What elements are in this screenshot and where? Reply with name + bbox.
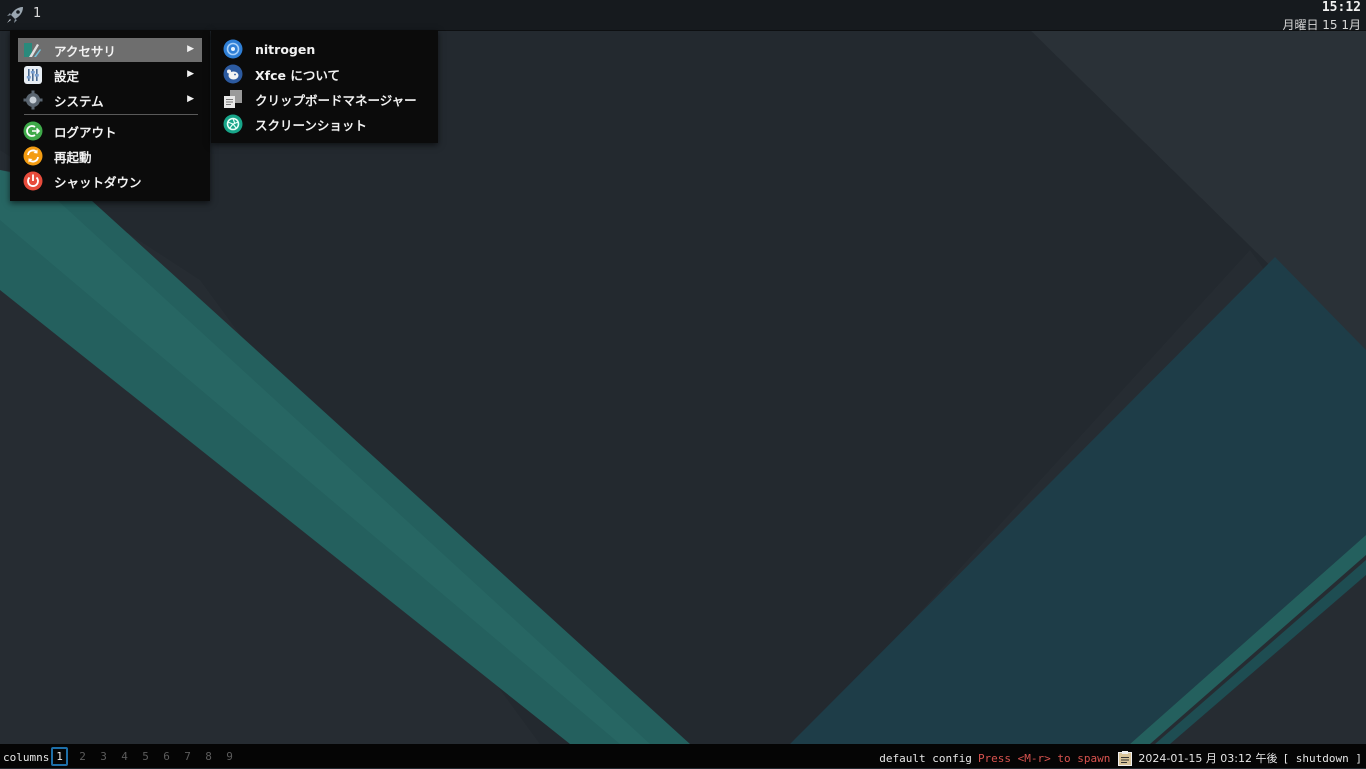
rocket-icon[interactable] [4,4,26,26]
menu-item-label: シャットダウン [54,174,142,190]
submenu-item-screenshot[interactable]: スクリーンショット [221,112,431,136]
restart-icon [23,146,43,166]
logout-icon [23,121,43,141]
clock-time: 15:12 [1321,0,1361,15]
bottom-status-bar: columns 1 2 3 4 5 6 7 8 9 default config… [0,744,1366,768]
menu-separator [24,114,198,115]
clipboard-icon[interactable] [1118,750,1133,766]
top-panel: 1 15:12 月曜日 15 1月 [0,0,1366,33]
system-gear-icon [23,90,43,110]
screenshot-icon [223,114,243,134]
clipboard-manager-icon [223,89,243,109]
submenu-item-clipboard-manager[interactable]: クリップボードマネージャー [221,87,431,111]
menu-item-system[interactable]: システム ▶ [18,88,202,112]
workspace-6[interactable]: 6 [156,747,177,766]
menu-item-restart[interactable]: 再起動 [18,144,202,168]
workspace-1[interactable]: 1 [51,747,68,766]
workspace-7[interactable]: 7 [177,747,198,766]
submenu-item-label: Xfce について [255,67,340,83]
menu-item-shutdown[interactable]: シャットダウン [18,169,202,193]
submenu-item-label: nitrogen [255,41,316,57]
submenu-item-about-xfce[interactable]: Xfce について [221,62,431,86]
accessories-submenu: nitrogen Xfce について クリップボードマネージャー スクリーンショ… [211,30,438,143]
workspace-5[interactable]: 5 [135,747,156,766]
menu-item-label: 設定 [54,68,80,84]
status-area: default config Press <M-r> to spawn 2024… [879,750,1362,766]
workspace-label: 1 [33,6,42,21]
submenu-arrow-icon: ▶ [187,94,194,104]
clock[interactable]: 15:12 月曜日 15 1月 [1282,0,1361,33]
config-text: default config [879,751,972,765]
submenu-arrow-icon: ▶ [187,69,194,79]
workspace-4[interactable]: 4 [114,747,135,766]
menu-item-accessories[interactable]: アクセサリ ▶ [18,38,202,62]
submenu-arrow-icon: ▶ [187,44,194,54]
menu-item-logout[interactable]: ログアウト [18,119,202,143]
workspace-2[interactable]: 2 [72,747,93,766]
menu-item-settings[interactable]: 設定 ▶ [18,63,202,87]
menu-item-label: システム [54,93,104,109]
spawn-hint: Press <M-r> to spawn [977,751,1111,765]
application-menu: アクセサリ ▶ 設定 ▶ システム ▶ ログアウト 再起動 シャットダウン [10,30,210,201]
submenu-item-label: スクリーンショット [255,117,367,133]
menu-item-label: 再起動 [54,149,92,165]
shutdown-icon [23,171,43,191]
submenu-item-label: クリップボードマネージャー [255,92,417,108]
menu-item-label: ログアウト [54,124,117,140]
nitrogen-icon [223,39,243,59]
workspace-8[interactable]: 8 [198,747,219,766]
workspace-3[interactable]: 3 [93,747,114,766]
settings-icon [23,65,43,85]
clock-date: 月曜日 15 1月 [1282,18,1361,32]
status-datetime: 2024-01-15 月 03:12 午後 [1138,752,1278,765]
workspace-9[interactable]: 9 [219,747,240,766]
shutdown-button[interactable]: [ shutdown ] [1283,752,1362,765]
menu-item-label: アクセサリ [54,43,116,59]
workspace-switcher: 1 2 3 4 5 6 7 8 9 [51,747,240,766]
xfce-mouse-icon [223,64,243,84]
accessories-icon [23,40,43,60]
layout-name: columns [3,751,50,764]
submenu-item-nitrogen[interactable]: nitrogen [221,37,431,61]
